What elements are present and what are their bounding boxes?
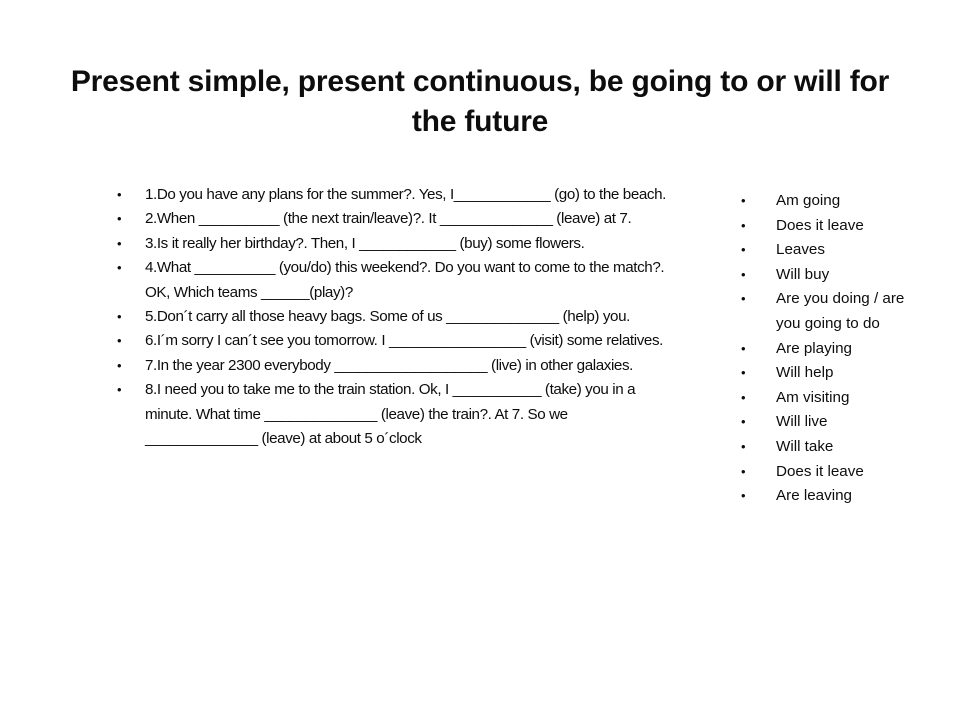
answer-item-text: Will live	[776, 413, 828, 431]
page-title: Present simple, present continuous, be g…	[70, 65, 890, 138]
answer-key-column: Am going Does it leave Leaves Will buy A…	[733, 189, 923, 509]
list-item: 7.In the year 2300 everybody ___________…	[110, 354, 670, 379]
exercise-list: 1.Do you have any plans for the summer?.…	[110, 183, 670, 451]
slide-canvas: Present simple, present continuous, be g…	[0, 0, 960, 720]
list-item: 2.When __________ (the next train/leave)…	[110, 207, 670, 232]
answer-item-text: Does it leave	[776, 462, 864, 480]
list-item: Am visiting	[733, 386, 923, 411]
list-item: 8.I need you to take me to the train sta…	[110, 378, 670, 451]
answer-item-text: Am going	[776, 192, 841, 209]
list-item: Leaves	[733, 238, 923, 263]
list-item: 6.I´m sorry I can´t see you tomorrow. I …	[110, 329, 670, 354]
list-item: 4.What __________ (you/do) this weekend?…	[110, 256, 670, 305]
answer-list: Am going Does it leave Leaves Will buy A…	[733, 189, 923, 509]
list-item: Are playing	[733, 337, 923, 362]
exercise-item-text: 2.When __________ (the next train/leave)…	[145, 210, 632, 228]
exercise-item-text: 5.Don´t carry all those heavy bags. Some…	[145, 308, 630, 326]
exercise-item-text: 6.I´m sorry I can´t see you tomorrow. I …	[145, 332, 663, 350]
list-item: Are you doing / are you going to do	[733, 287, 923, 336]
list-item: Are leaving	[733, 484, 923, 509]
answer-item-text: Are you doing / are you going to do	[776, 290, 905, 332]
exercise-item-text: 4.What __________ (you/do) this weekend?…	[145, 259, 665, 301]
list-item: 1.Do you have any plans for the summer?.…	[110, 183, 670, 208]
list-item: Does it leave	[733, 460, 923, 485]
exercise-item-text: 7.In the year 2300 everybody ___________…	[145, 356, 633, 374]
exercise-item-text: 8.I need you to take me to the train sta…	[145, 381, 636, 448]
list-item: Does it leave	[733, 214, 923, 239]
exercise-item-text: 1.Do you have any plans for the summer?.…	[145, 186, 666, 203]
exercise-questions-column: 1.Do you have any plans for the summer?.…	[110, 183, 670, 451]
answer-item-text: Are leaving	[776, 487, 852, 505]
answer-item-text: Am visiting	[776, 388, 850, 406]
answer-item-text: Leaves	[776, 241, 825, 259]
list-item: Am going	[733, 189, 923, 214]
answer-item-text: Does it leave	[776, 216, 864, 234]
list-item: 5.Don´t carry all those heavy bags. Some…	[110, 305, 670, 330]
list-item: Will live	[733, 410, 923, 435]
list-item: Will buy	[733, 263, 923, 288]
answer-item-text: Will help	[776, 364, 834, 382]
exercise-item-text: 3.Is it really her birthday?. Then, I __…	[145, 234, 585, 252]
answer-item-text: Will take	[776, 437, 834, 455]
list-item: Will take	[733, 435, 923, 460]
answer-item-text: Are playing	[776, 339, 852, 357]
list-item: 3.Is it really her birthday?. Then, I __…	[110, 232, 670, 257]
list-item: Will help	[733, 361, 923, 386]
answer-item-text: Will buy	[776, 265, 830, 283]
